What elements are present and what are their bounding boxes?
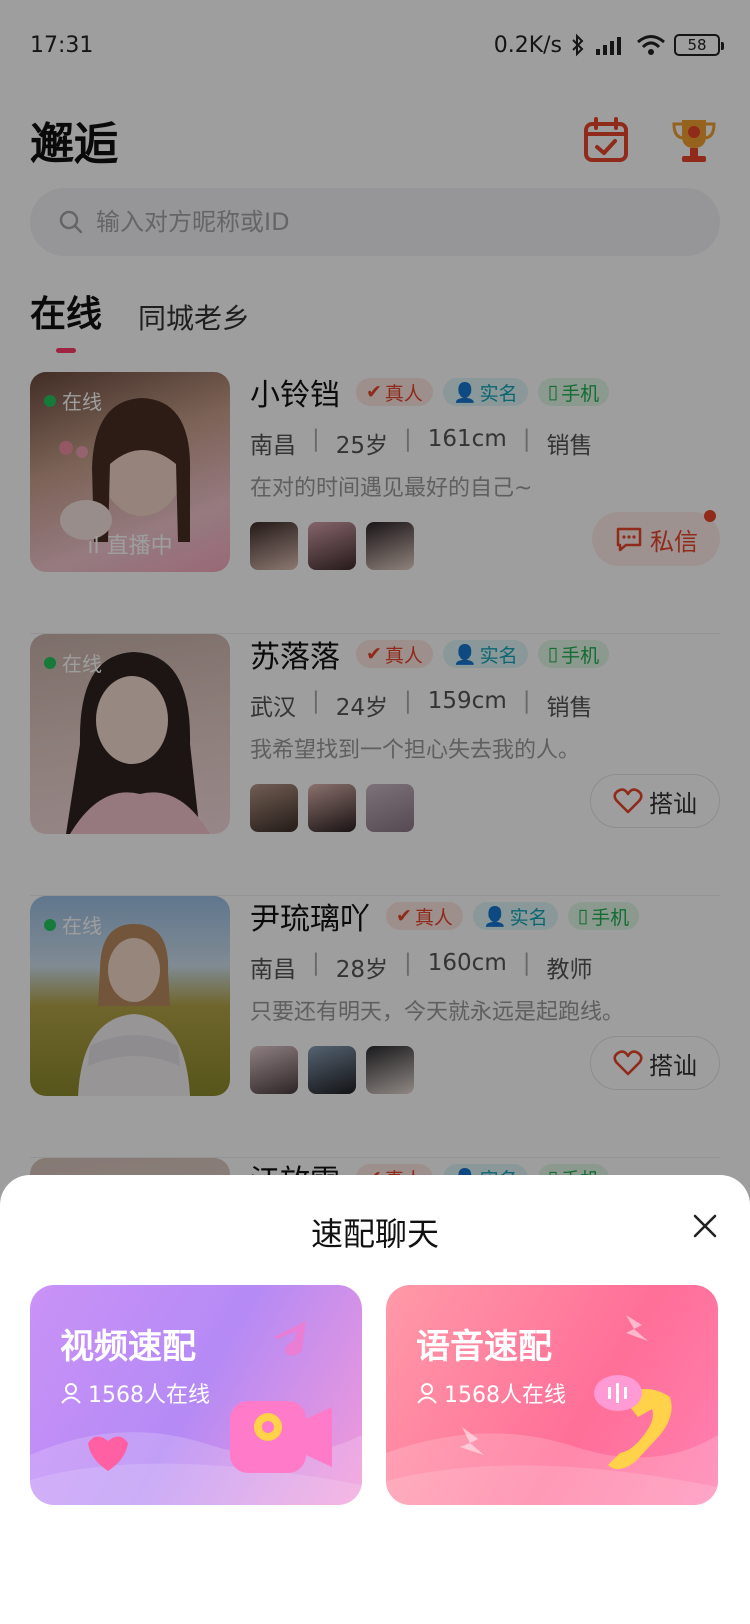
- voice-online-count: 1568人在线: [416, 1377, 566, 1409]
- quick-match-sheet: 速配聊天 视频速配 1568人在线 语音速配 1568人在线: [0, 1175, 750, 1624]
- sheet-title: 速配聊天: [310, 1215, 439, 1253]
- user-icon: [61, 1383, 81, 1404]
- voice-match-card[interactable]: 语音速配 1568人在线: [386, 1285, 718, 1505]
- video-match-card[interactable]: 视频速配 1568人在线: [30, 1285, 362, 1505]
- close-icon[interactable]: [690, 1211, 720, 1241]
- video-match-title: 视频速配: [60, 1327, 196, 1367]
- voice-match-title: 语音速配: [416, 1327, 552, 1367]
- video-online-count: 1568人在线: [60, 1377, 210, 1409]
- user-icon: [417, 1383, 437, 1404]
